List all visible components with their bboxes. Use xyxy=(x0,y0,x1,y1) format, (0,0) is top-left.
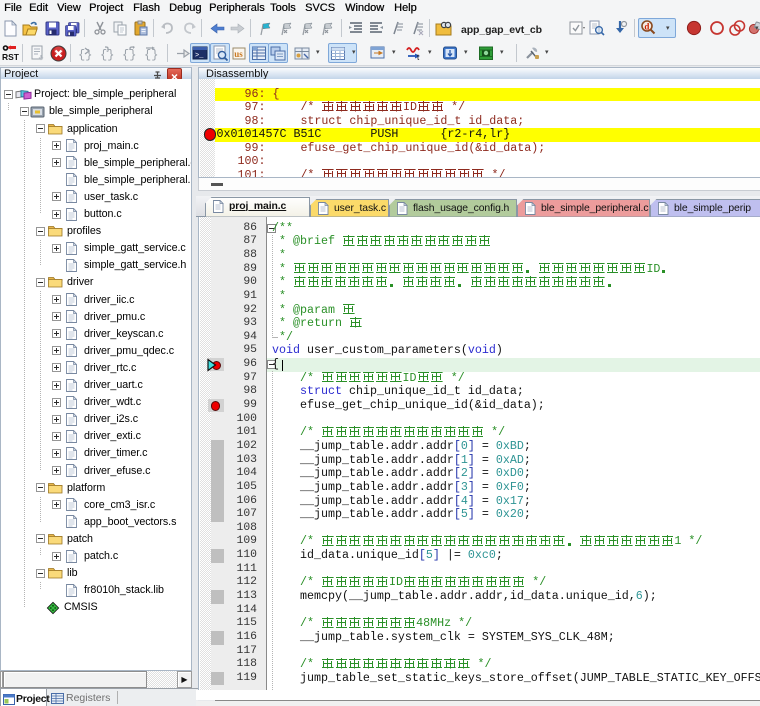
svg-text:t: t xyxy=(417,53,420,62)
svg-text:{}: {} xyxy=(100,48,114,62)
svg-text:d: d xyxy=(644,21,649,31)
svg-text:{}: {} xyxy=(78,48,92,62)
svg-text:{}: {} xyxy=(144,48,158,62)
svg-text:us: us xyxy=(234,49,243,59)
svg-text:>_: >_ xyxy=(195,52,204,60)
svg-text:{}: {} xyxy=(122,48,136,62)
svg-text:RST: RST xyxy=(2,52,19,62)
